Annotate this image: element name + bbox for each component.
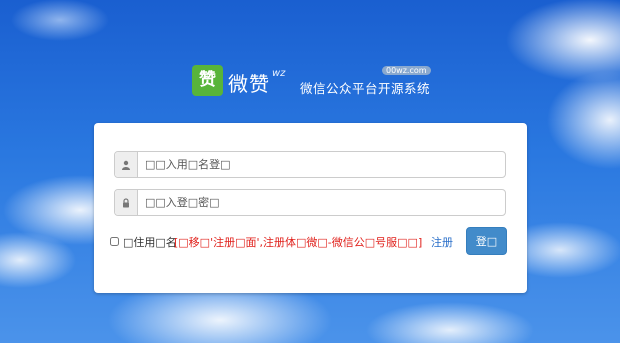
remember-label: □住用□名 (123, 236, 177, 249)
remember-checkbox[interactable] (110, 237, 119, 246)
username-input[interactable] (145, 152, 495, 177)
user-icon (115, 152, 138, 177)
brand-name-suffix: wz (272, 68, 286, 79)
brand-badge: 赞 (192, 65, 223, 96)
login-panel: □住用□名 [□移□'注册□面',注册体□微□-微信公□号服□□] 注册 登□ (94, 123, 527, 293)
password-input[interactable] (145, 190, 495, 215)
lock-icon (115, 190, 138, 215)
form-options-row: □住用□名 [□移□'注册□面',注册体□微□-微信公□号服□□] 注册 (110, 231, 510, 255)
brand-domain-tag: 00wz.com (382, 66, 431, 75)
login-button[interactable]: 登□ (466, 227, 507, 255)
password-field[interactable] (114, 189, 506, 216)
brand-name: 微赞 (228, 72, 270, 96)
username-field[interactable] (114, 151, 506, 178)
register-link[interactable]: 注册 (431, 234, 453, 250)
brand-slogan: 微信公众平台开源系统 (300, 81, 431, 96)
brand-logo: 赞 微赞 wz 00wz.com 微信公众平台开源系统 (192, 62, 432, 102)
notice-text: [□移□'注册□面',注册体□微□-微信公□号服□□] (174, 236, 423, 249)
